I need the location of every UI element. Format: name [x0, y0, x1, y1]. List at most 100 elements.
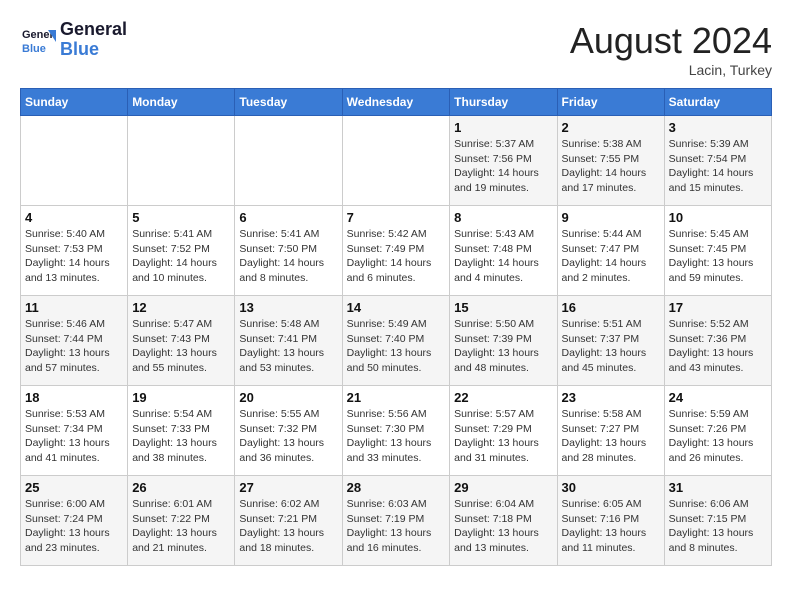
day-info: Sunrise: 5:59 AM Sunset: 7:26 PM Dayligh…: [669, 407, 767, 466]
day-cell: [342, 116, 450, 206]
day-number: 16: [562, 300, 660, 315]
day-number: 29: [454, 480, 552, 495]
weekday-header-friday: Friday: [557, 89, 664, 116]
day-info: Sunrise: 5:46 AM Sunset: 7:44 PM Dayligh…: [25, 317, 123, 376]
day-cell: 28 Sunrise: 6:03 AM Sunset: 7:19 PM Dayli…: [342, 476, 450, 566]
day-number: 14: [347, 300, 446, 315]
day-info: Sunrise: 5:41 AM Sunset: 7:50 PM Dayligh…: [239, 227, 337, 286]
day-number: 31: [669, 480, 767, 495]
week-row-1: 4Sunrise: 5:40 AM Sunset: 7:53 PM Daylig…: [21, 206, 772, 296]
day-info: Sunrise: 6:05 AM Sunset: 7:16 PM Dayligh…: [562, 497, 660, 556]
day-info: Sunrise: 5:42 AM Sunset: 7:49 PM Dayligh…: [347, 227, 446, 286]
day-cell: [21, 116, 128, 206]
day-cell: 4Sunrise: 5:40 AM Sunset: 7:53 PM Daylig…: [21, 206, 128, 296]
day-cell: 3Sunrise: 5:39 AM Sunset: 7:54 PM Daylig…: [664, 116, 771, 206]
day-number: 4: [25, 210, 123, 225]
day-info: Sunrise: 6:00 AM Sunset: 7:24 PM Dayligh…: [25, 497, 123, 556]
day-cell: 11 Sunrise: 5:46 AM Sunset: 7:44 PM Dayli…: [21, 296, 128, 386]
day-number: 8: [454, 210, 552, 225]
day-number: 11: [25, 300, 123, 315]
weekday-header-saturday: Saturday: [664, 89, 771, 116]
logo: General Blue General Blue: [20, 20, 127, 60]
day-number: 20: [239, 390, 337, 405]
day-number: 6: [239, 210, 337, 225]
day-cell: 17Sunrise: 5:52 AM Sunset: 7:36 PM Dayli…: [664, 296, 771, 386]
day-cell: [128, 116, 235, 206]
weekday-header-wednesday: Wednesday: [342, 89, 450, 116]
day-cell: 20 Sunrise: 5:55 AM Sunset: 7:32 PM Dayli…: [235, 386, 342, 476]
day-cell: 2 Sunrise: 5:38 AM Sunset: 7:55 PM Daylig…: [557, 116, 664, 206]
day-number: 23: [562, 390, 660, 405]
week-row-4: 25 Sunrise: 6:00 AM Sunset: 7:24 PM Dayli…: [21, 476, 772, 566]
month-title: August 2024: [570, 20, 772, 62]
location: Lacin, Turkey: [570, 62, 772, 78]
day-cell: 6 Sunrise: 5:41 AM Sunset: 7:50 PM Daylig…: [235, 206, 342, 296]
day-info: Sunrise: 6:03 AM Sunset: 7:19 PM Dayligh…: [347, 497, 446, 556]
day-number: 12: [132, 300, 230, 315]
day-info: Sunrise: 5:57 AM Sunset: 7:29 PM Dayligh…: [454, 407, 552, 466]
day-number: 15: [454, 300, 552, 315]
day-number: 17: [669, 300, 767, 315]
page-header: General Blue General Blue August 2024 La…: [20, 20, 772, 78]
day-cell: 30Sunrise: 6:05 AM Sunset: 7:16 PM Dayli…: [557, 476, 664, 566]
day-cell: 18 Sunrise: 5:53 AM Sunset: 7:34 PM Dayli…: [21, 386, 128, 476]
day-cell: 31 Sunrise: 6:06 AM Sunset: 7:15 PM Dayli…: [664, 476, 771, 566]
day-cell: 16Sunrise: 5:51 AM Sunset: 7:37 PM Dayli…: [557, 296, 664, 386]
day-info: Sunrise: 5:37 AM Sunset: 7:56 PM Dayligh…: [454, 137, 552, 196]
day-cell: 5Sunrise: 5:41 AM Sunset: 7:52 PM Daylig…: [128, 206, 235, 296]
day-info: Sunrise: 5:55 AM Sunset: 7:32 PM Dayligh…: [239, 407, 337, 466]
day-number: 22: [454, 390, 552, 405]
weekday-header-tuesday: Tuesday: [235, 89, 342, 116]
weekday-header-row: SundayMondayTuesdayWednesdayThursdayFrid…: [21, 89, 772, 116]
day-info: Sunrise: 5:38 AM Sunset: 7:55 PM Dayligh…: [562, 137, 660, 196]
logo-text: General Blue: [60, 20, 127, 60]
title-block: August 2024 Lacin, Turkey: [570, 20, 772, 78]
day-cell: 12 Sunrise: 5:47 AM Sunset: 7:43 PM Dayli…: [128, 296, 235, 386]
day-info: Sunrise: 5:50 AM Sunset: 7:39 PM Dayligh…: [454, 317, 552, 376]
day-cell: 14Sunrise: 5:49 AM Sunset: 7:40 PM Dayli…: [342, 296, 450, 386]
day-info: Sunrise: 5:45 AM Sunset: 7:45 PM Dayligh…: [669, 227, 767, 286]
day-cell: 8 Sunrise: 5:43 AM Sunset: 7:48 PM Daylig…: [450, 206, 557, 296]
day-cell: 26Sunrise: 6:01 AM Sunset: 7:22 PM Dayli…: [128, 476, 235, 566]
day-number: 13: [239, 300, 337, 315]
svg-text:Blue: Blue: [22, 43, 46, 55]
day-number: 19: [132, 390, 230, 405]
day-number: 25: [25, 480, 123, 495]
day-info: Sunrise: 5:56 AM Sunset: 7:30 PM Dayligh…: [347, 407, 446, 466]
day-cell: [235, 116, 342, 206]
day-cell: 7Sunrise: 5:42 AM Sunset: 7:49 PM Daylig…: [342, 206, 450, 296]
week-row-0: 1 Sunrise: 5:37 AM Sunset: 7:56 PM Daylig…: [21, 116, 772, 206]
day-number: 24: [669, 390, 767, 405]
day-number: 28: [347, 480, 446, 495]
day-number: 2: [562, 120, 660, 135]
day-info: Sunrise: 6:06 AM Sunset: 7:15 PM Dayligh…: [669, 497, 767, 556]
day-number: 18: [25, 390, 123, 405]
weekday-header-sunday: Sunday: [21, 89, 128, 116]
week-row-3: 18 Sunrise: 5:53 AM Sunset: 7:34 PM Dayli…: [21, 386, 772, 476]
day-info: Sunrise: 5:47 AM Sunset: 7:43 PM Dayligh…: [132, 317, 230, 376]
day-cell: 15 Sunrise: 5:50 AM Sunset: 7:39 PM Dayli…: [450, 296, 557, 386]
day-number: 1: [454, 120, 552, 135]
day-number: 21: [347, 390, 446, 405]
day-number: 9: [562, 210, 660, 225]
day-info: Sunrise: 5:58 AM Sunset: 7:27 PM Dayligh…: [562, 407, 660, 466]
day-cell: 24 Sunrise: 5:59 AM Sunset: 7:26 PM Dayli…: [664, 386, 771, 476]
day-cell: 22 Sunrise: 5:57 AM Sunset: 7:29 PM Dayli…: [450, 386, 557, 476]
logo-general: General: [60, 19, 127, 39]
day-number: 5: [132, 210, 230, 225]
logo-blue: Blue: [60, 39, 99, 59]
day-info: Sunrise: 5:53 AM Sunset: 7:34 PM Dayligh…: [25, 407, 123, 466]
day-cell: 21 Sunrise: 5:56 AM Sunset: 7:30 PM Dayli…: [342, 386, 450, 476]
day-info: Sunrise: 6:04 AM Sunset: 7:18 PM Dayligh…: [454, 497, 552, 556]
calendar-table: SundayMondayTuesdayWednesdayThursdayFrid…: [20, 88, 772, 566]
day-cell: 25 Sunrise: 6:00 AM Sunset: 7:24 PM Dayli…: [21, 476, 128, 566]
logo-icon: General Blue: [20, 22, 56, 58]
day-cell: 13 Sunrise: 5:48 AM Sunset: 7:41 PM Dayli…: [235, 296, 342, 386]
weekday-header-monday: Monday: [128, 89, 235, 116]
day-number: 27: [239, 480, 337, 495]
day-cell: 19Sunrise: 5:54 AM Sunset: 7:33 PM Dayli…: [128, 386, 235, 476]
day-info: Sunrise: 5:43 AM Sunset: 7:48 PM Dayligh…: [454, 227, 552, 286]
day-info: Sunrise: 5:48 AM Sunset: 7:41 PM Dayligh…: [239, 317, 337, 376]
day-info: Sunrise: 5:39 AM Sunset: 7:54 PM Dayligh…: [669, 137, 767, 196]
day-info: Sunrise: 6:01 AM Sunset: 7:22 PM Dayligh…: [132, 497, 230, 556]
